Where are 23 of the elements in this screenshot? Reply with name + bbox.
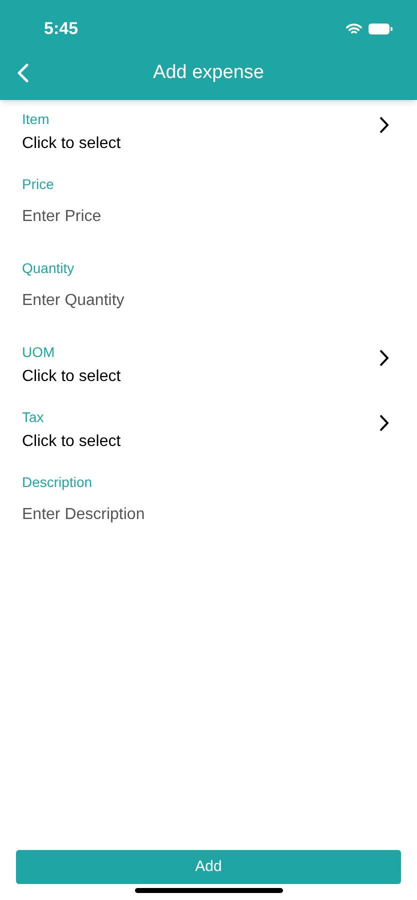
field-label: Tax: [22, 408, 44, 426]
header-title: Add expense: [153, 60, 264, 85]
select-value: Click to select: [22, 367, 121, 387]
status-time: 5:45: [44, 18, 78, 40]
battery-icon: [368, 23, 393, 35]
select-row[interactable]: Item Click to select: [0, 110, 417, 175]
back-icon: [17, 63, 29, 83]
field-label: UOM: [22, 343, 55, 361]
input-field[interactable]: Enter Description: [22, 503, 395, 527]
wifi-icon: [346, 23, 362, 35]
select-value: Click to select: [22, 134, 121, 154]
select-value: Click to select: [22, 432, 121, 452]
chevron-right-icon: [379, 116, 389, 134]
field-label: Description: [22, 473, 92, 491]
field-label: Quantity: [22, 259, 74, 277]
field-label: Price: [22, 175, 54, 193]
input-field[interactable]: Enter Quantity: [22, 289, 395, 313]
chevron-right-icon: [379, 414, 389, 432]
chevron-right-icon: [379, 349, 389, 367]
select-row[interactable]: Tax Click to select: [0, 408, 417, 473]
field-label: Item: [22, 110, 50, 128]
select-row[interactable]: UOM Click to select: [0, 343, 417, 408]
input-field[interactable]: Enter Price: [22, 205, 395, 229]
